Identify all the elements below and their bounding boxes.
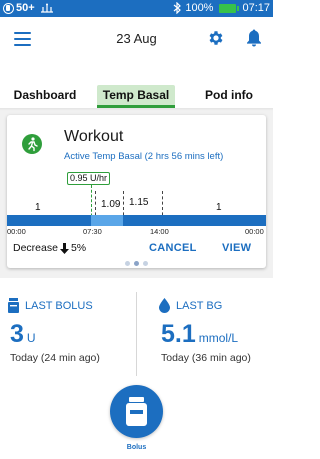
last-bolus-unit: U	[26, 331, 36, 345]
basal-bar	[7, 215, 266, 226]
current-rate-label: 0.95 U/hr	[67, 172, 111, 185]
last-bolus-header: LAST BOLUS	[8, 298, 93, 313]
temp-basal-name: Workout	[64, 128, 124, 145]
page-dot[interactable]	[143, 261, 148, 266]
last-bg-header: LAST BG	[159, 298, 222, 313]
basal-rate-graph: 0.95 U/hr 1 1.09 1.15 1 00:00 07:30 14:0…	[7, 169, 266, 236]
last-bolus-value: 3	[10, 320, 24, 348]
last-bg-value: 5.1	[161, 320, 196, 348]
time-tick: 00:00	[245, 227, 264, 236]
tab-pod-info[interactable]: Pod info	[190, 85, 268, 108]
insulin-tube-icon	[40, 3, 54, 14]
last-bg-value-row: 5.1 mmol/L	[161, 320, 238, 349]
bolus-button-label[interactable]: Bolus	[110, 444, 163, 451]
last-bolus-value-row: 3U	[10, 320, 36, 349]
status-badge: 50+	[16, 2, 35, 14]
page-dot[interactable]	[125, 261, 130, 266]
last-bolus-time: Today (24 min ago)	[10, 352, 100, 364]
bell-icon[interactable]	[246, 29, 262, 52]
last-bolus-label: LAST BOLUS	[25, 299, 93, 312]
bolus-button[interactable]	[110, 385, 163, 438]
card-carousel[interactable]: Workout Active Temp Basal (2 hrs 56 mins…	[0, 111, 273, 278]
battery-icon	[219, 3, 240, 13]
last-bg-panel: LAST BG 5.1 mmol/L Today (36 min ago)	[137, 292, 273, 382]
temp-basal-status: Active Temp Basal (2 hrs 56 mins left)	[64, 151, 224, 162]
tab-bar: Dashboard Temp Basal Pod info	[0, 85, 273, 109]
clock-time: 07:17	[242, 2, 270, 14]
blood-drop-icon	[159, 298, 170, 313]
status-left: 50+	[3, 2, 54, 14]
last-bolus-panel: LAST BOLUS 3U Today (24 min ago)	[0, 292, 136, 382]
insulin-bottle-icon	[126, 397, 147, 426]
gear-icon[interactable]	[207, 29, 225, 52]
status-bar: 50+ 100% 07:17	[0, 0, 273, 17]
tab-dashboard[interactable]: Dashboard	[6, 85, 84, 108]
header-date: 23 Aug	[116, 31, 157, 46]
page-dot-active[interactable]	[134, 261, 139, 266]
time-tick: 14:00	[150, 227, 169, 236]
running-person-icon	[22, 134, 42, 154]
page-indicator	[0, 253, 273, 266]
rate-segment-value: 1.09	[101, 199, 121, 210]
arrow-down-icon	[59, 242, 69, 254]
battery-percent: 100%	[185, 2, 214, 14]
status-right: 100% 07:17	[173, 2, 270, 14]
tab-temp-basal[interactable]: Temp Basal	[97, 85, 175, 108]
pod-status-icon	[3, 2, 14, 14]
rate-segment-value: 1	[216, 202, 222, 213]
rate-segment-value: 1.15	[129, 197, 149, 208]
last-bg-time: Today (36 min ago)	[161, 352, 251, 364]
last-bg-label: LAST BG	[176, 299, 223, 312]
last-bg-unit: mmol/L	[198, 331, 239, 345]
temp-basal-segment	[91, 215, 123, 226]
app-header: 23 Aug	[0, 17, 273, 61]
time-tick: 07:30	[83, 227, 102, 236]
rate-segment-value: 1	[35, 202, 41, 213]
insulin-vial-icon	[8, 298, 19, 313]
time-tick: 00:00	[7, 227, 26, 236]
bluetooth-icon	[173, 2, 182, 14]
temp-basal-card[interactable]: Workout Active Temp Basal (2 hrs 56 mins…	[7, 115, 266, 268]
